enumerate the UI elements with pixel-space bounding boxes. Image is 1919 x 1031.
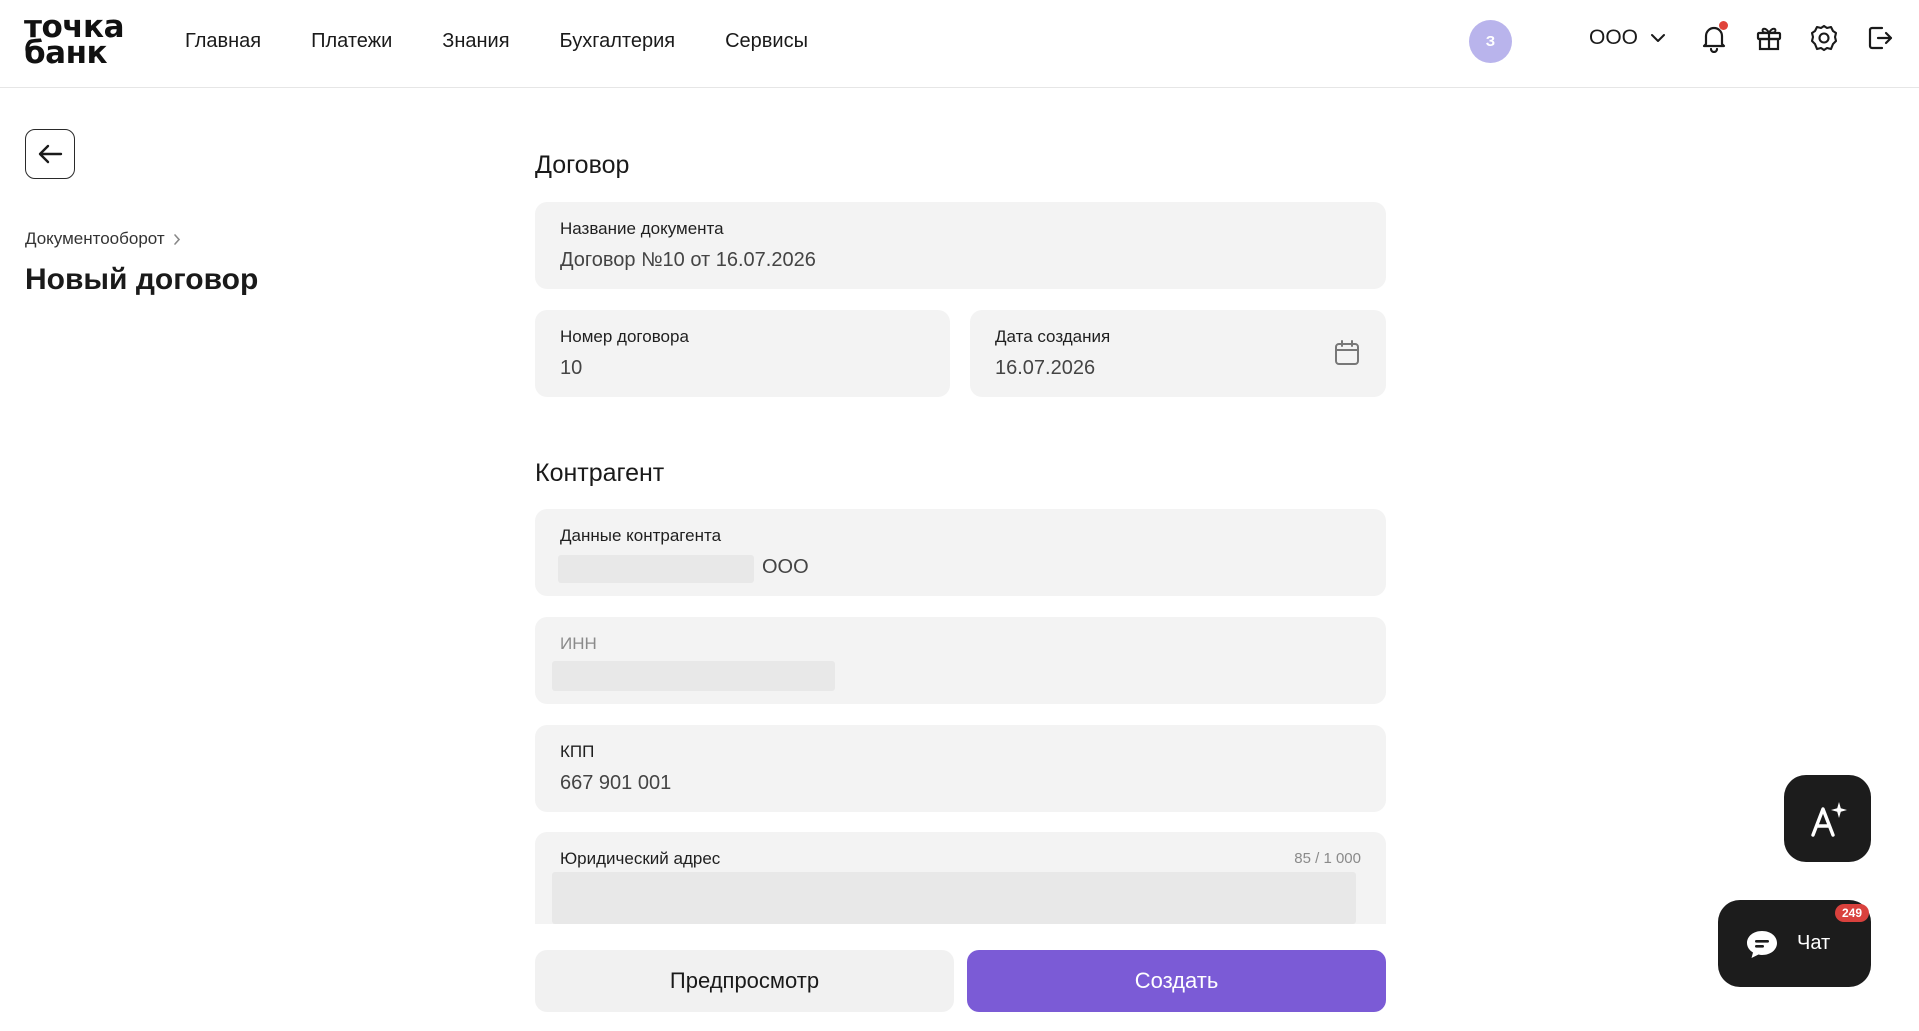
chat-unread-badge: 249	[1834, 904, 1869, 922]
redacted-block	[552, 872, 1356, 924]
contract-number-label: Номер договора	[560, 327, 689, 346]
ai-assistant-button[interactable]	[1784, 775, 1871, 862]
doc-name-field[interactable]: Название документа Договор №10 от 16.07.…	[535, 202, 1386, 289]
chat-label: Чат	[1797, 932, 1831, 954]
company-name: ООО	[1589, 26, 1639, 49]
top-header: точка банк Главная Платежи Знания Бухгал…	[0, 0, 1919, 88]
char-counter: 85 / 1 000	[1294, 850, 1361, 867]
breadcrumb[interactable]: Документооборот	[25, 229, 181, 249]
contract-number-field[interactable]: Номер договора 10	[535, 310, 950, 397]
nav-item-knowledge[interactable]: Знания	[442, 30, 509, 53]
contract-number-value: 10	[560, 357, 583, 379]
legal-address-label: Юридический адрес	[560, 849, 721, 868]
calendar-icon[interactable]	[1333, 339, 1361, 367]
counterparty-data-field[interactable]: Данные контрагента ООО	[535, 509, 1386, 596]
ai-sparkle-icon	[1810, 801, 1847, 837]
counterparty-data-value: ООО	[762, 556, 809, 578]
creation-date-label: Дата создания	[995, 327, 1111, 346]
logout-icon[interactable]	[1862, 20, 1898, 56]
legal-address-field[interactable]: Юридический адрес 85 / 1 000	[535, 832, 1386, 924]
nav-item-accounting[interactable]: Бухгалтерия	[560, 30, 676, 53]
kpp-value: 667 901 001	[560, 772, 672, 794]
doc-name-value: Договор №10 от 16.07.2026	[560, 249, 816, 271]
nav-item-payments[interactable]: Платежи	[311, 30, 392, 53]
doc-name-label: Название документа	[560, 219, 724, 238]
back-button[interactable]	[25, 129, 75, 179]
inn-field[interactable]: ИНН	[535, 617, 1386, 704]
chevron-down-icon	[1651, 34, 1666, 42]
breadcrumb-link[interactable]: Документооборот	[25, 229, 165, 249]
creation-date-field[interactable]: Дата создания 16.07.2026	[970, 310, 1386, 397]
nav-item-home[interactable]: Главная	[185, 30, 261, 53]
main-nav: Главная Платежи Знания Бухгалтерия Серви…	[185, 0, 808, 83]
chat-button[interactable]: Чат 249	[1718, 900, 1871, 987]
chat-bubble-icon	[1747, 930, 1777, 958]
creation-date-value: 16.07.2026	[995, 357, 1096, 379]
preview-button[interactable]: Предпросмотр	[535, 950, 954, 1012]
chevron-right-icon	[173, 233, 180, 245]
create-button[interactable]: Создать	[967, 950, 1386, 1012]
section-title-contract: Договор	[535, 151, 630, 179]
bell-icon[interactable]	[1696, 20, 1732, 56]
user-avatar[interactable]: З	[1469, 20, 1512, 63]
section-title-counterparty: Контрагент	[535, 459, 665, 487]
kpp-field[interactable]: КПП 667 901 001	[535, 725, 1386, 812]
arrow-left-icon	[38, 144, 63, 164]
redacted-block	[552, 661, 835, 691]
company-switcher[interactable]: ООО	[1589, 26, 1666, 50]
notification-dot	[1719, 21, 1728, 30]
gear-icon[interactable]	[1806, 20, 1842, 56]
brand-logo[interactable]: точка банк	[24, 12, 125, 69]
nav-item-services[interactable]: Сервисы	[725, 30, 808, 53]
kpp-label: КПП	[560, 742, 595, 761]
redacted-block	[558, 555, 754, 583]
gift-icon[interactable]	[1751, 20, 1787, 56]
counterparty-data-label: Данные контрагента	[560, 526, 722, 545]
inn-label: ИНН	[560, 634, 597, 653]
page-title: Новый договор	[25, 263, 259, 296]
